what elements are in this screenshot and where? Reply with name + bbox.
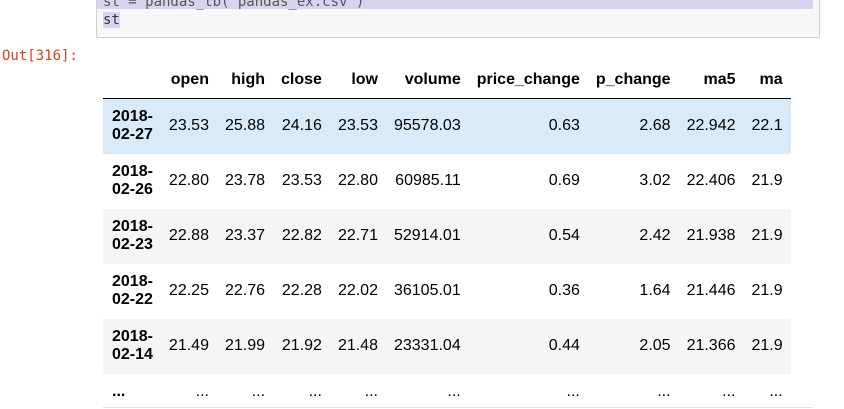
table-cell: 23.53 (337, 117, 378, 135)
table-cell: 21.938 (686, 227, 736, 244)
ellipsis-cell: ... (769, 382, 783, 400)
date-year-part: 2018- (112, 273, 153, 290)
column-header: ma (743, 62, 791, 99)
table-cell: 52914.01 (393, 227, 461, 244)
dataframe-table: open high close low volume price_change … (103, 62, 791, 409)
ellipsis-cell: ... (657, 382, 671, 400)
table-cell: 21.9 (751, 227, 783, 244)
date-month-day-part: 02-23 (112, 236, 153, 253)
table-cell: 21.49 (168, 337, 209, 354)
table-row[interactable]: 2018- 02-23 22.88 23.37 22.82 22.71 52914.01 0.… (103, 208, 791, 264)
ellipsis-cell: ... (195, 382, 209, 400)
date-month-day-part: 02-14 (112, 346, 153, 363)
table-cell: 36105.01 (393, 282, 461, 299)
date-month-day-part: 02-22 (112, 291, 153, 308)
code-input-cell[interactable]: st = pandas_tb('pandas_ex.csv') st (96, 0, 820, 38)
table-cell: 23.53 (281, 172, 322, 189)
ellipsis-cell: ... (308, 382, 322, 400)
ellipsis-cell: ... (251, 382, 266, 400)
table-cell: 22.942 (686, 117, 736, 135)
column-header: ma5 (678, 62, 744, 99)
header-row: open high close low volume price_change … (103, 62, 791, 99)
table-row[interactable]: 2018- 02-14 21.49 21.99 21.92 21.48 23331.04 0.… (103, 318, 791, 374)
table-cell: 2.05 (639, 337, 671, 354)
table-cell: 0.69 (548, 172, 580, 189)
column-header: high (216, 62, 274, 99)
row-index-date: 2018- 02-23 (103, 209, 161, 264)
column-header: close (273, 62, 330, 99)
table-cell: 3.02 (639, 172, 671, 189)
date-year-part: 2018- (112, 163, 153, 180)
ellipsis-row: .............................. (103, 373, 791, 409)
table-cell: 21.366 (686, 337, 736, 354)
table-cell: 22.80 (168, 172, 209, 189)
table-cell: 22.71 (337, 227, 378, 244)
table-cell: 22.1 (751, 117, 783, 135)
table-cell: 21.92 (281, 337, 322, 354)
date-month-day-part: 02-26 (112, 181, 153, 198)
table-cell: 21.9 (751, 337, 783, 354)
table-cell: 23.37 (224, 227, 266, 244)
table-cell: 21.9 (751, 282, 783, 299)
table-cell: 22.88 (168, 227, 209, 244)
table-cell: 21.446 (686, 282, 736, 299)
date-year-part: 2018- (112, 218, 153, 235)
table-cell: 60985.11 (395, 172, 461, 189)
output-prompt: Out[316]: (2, 48, 78, 64)
table-cell: 23.78 (224, 172, 266, 189)
table-cell: 1.64 (639, 282, 671, 299)
ellipsis-cell: ... (364, 382, 378, 400)
table-cell: 22.28 (281, 282, 322, 299)
ellipsis-index: ... (112, 382, 126, 400)
dataframe-output: open high close low volume price_change … (103, 62, 812, 409)
row-index-date: 2018- 02-14 (103, 319, 161, 374)
column-header: low (329, 62, 386, 99)
table-cell: 2.68 (639, 117, 671, 135)
table-cell: 22.406 (686, 172, 736, 189)
code-line-partial: st = pandas_tb('pandas_ex.csv') (103, 0, 365, 10)
date-year-part: 2018- (112, 328, 153, 345)
date-year-part: 2018- (112, 108, 153, 126)
column-header: volume (385, 62, 469, 99)
row-index-date: 2018- 02-27 (103, 99, 161, 154)
date-month-day-part: 02-27 (112, 126, 153, 144)
table-cell: 23331.04 (393, 337, 461, 354)
table-cell: 21.9 (751, 172, 783, 189)
table-cell: 22.80 (337, 172, 378, 189)
table-cell: 22.25 (168, 282, 209, 299)
table-cell: 0.54 (548, 227, 580, 244)
table-cell: 22.02 (337, 282, 378, 299)
table-cell: 21.48 (337, 337, 378, 354)
ellipsis-cell: ... (447, 382, 461, 400)
table-cell: 95578.03 (393, 117, 461, 135)
table-cell: 24.16 (281, 117, 322, 135)
row-index-date: 2018- 02-26 (103, 154, 161, 209)
table-row[interactable]: 2018- 02-22 22.25 22.76 22.28 22.02 36105.01 0.… (103, 264, 791, 319)
table-cell: 0.44 (548, 337, 580, 354)
table-cell: 0.63 (548, 117, 580, 135)
table-cell: 22.82 (281, 227, 322, 244)
ellipsis-cell: ... (566, 382, 580, 400)
column-header: p_change (587, 62, 679, 99)
code-line-variable: st (103, 12, 120, 28)
output-divider (103, 407, 812, 408)
table-cell: 23.53 (168, 117, 209, 135)
column-header: price_change (468, 62, 588, 99)
index-header (103, 62, 161, 99)
table-cell: 2.42 (639, 227, 671, 244)
table-row[interactable]: 2018- 02-27 23.53 25.88 24.16 23.53 95578.03 0.… (103, 98, 791, 154)
table-row[interactable]: 2018- 02-26 22.80 23.78 23.53 22.80 60985.11 0.… (103, 154, 791, 209)
table-cell: 22.76 (224, 282, 266, 299)
row-index-date: 2018- 02-22 (103, 264, 161, 319)
column-header: open (160, 62, 217, 99)
ellipsis-cell: ... (722, 382, 736, 400)
table-cell: 21.99 (224, 337, 266, 354)
table-cell: 25.88 (224, 117, 266, 135)
table-cell: 0.36 (548, 282, 580, 299)
